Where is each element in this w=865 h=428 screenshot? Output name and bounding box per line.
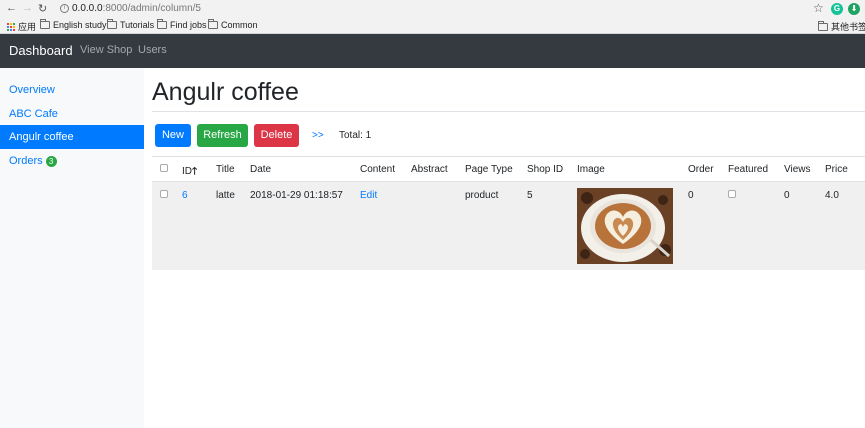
bookmark-apps[interactable]: 应用 (7, 20, 36, 33)
total-count: Total: 1 (339, 130, 372, 141)
column-header-id[interactable]: ID🡑 (182, 164, 197, 181)
column-header-order[interactable]: Order (688, 164, 714, 175)
info-icon[interactable]: i (60, 4, 69, 13)
row-date: 2018-01-29 01:18:57 (250, 190, 343, 201)
reload-icon[interactable]: ↻ (38, 2, 47, 15)
row-order: 0 (688, 190, 694, 201)
extension-icon[interactable]: ⬇ (848, 3, 860, 15)
refresh-button[interactable]: Refresh (197, 124, 248, 147)
table-top-border (152, 156, 865, 157)
sidebar-item-abc-cafe[interactable]: ABC Cafe (0, 102, 144, 126)
back-icon[interactable]: ← (6, 2, 17, 14)
column-header-title[interactable]: Title (216, 164, 235, 175)
address-bar[interactable]: 0.0.0.0:8000/admin/column/5 (72, 3, 201, 14)
column-header-price[interactable]: Price (825, 164, 848, 175)
orders-count-badge: 3 (45, 156, 57, 167)
url-host: 0.0.0.0 (72, 3, 103, 14)
select-all-checkbox[interactable] (160, 164, 168, 172)
bookmark-find-jobs[interactable]: Find jobs (157, 19, 207, 30)
column-header-shop-id[interactable]: Shop ID (527, 164, 563, 175)
column-header-views[interactable]: Views (784, 164, 811, 175)
sort-arrow-up-icon: 🡑 (192, 166, 198, 177)
bookmark-label: English study (53, 20, 107, 30)
bookmark-label: Tutorials (120, 20, 155, 30)
row-title: latte (216, 190, 235, 201)
row-page-type: product (465, 190, 499, 201)
folder-icon (107, 19, 117, 29)
navbar-brand[interactable]: Dashboard (9, 43, 73, 58)
top-navbar: Dashboard View Shop Users (0, 34, 865, 68)
bookmark-english-study[interactable]: English study (40, 19, 107, 30)
bookmark-label: 应用 (18, 22, 37, 32)
next-page-link[interactable]: >> (312, 130, 324, 141)
bookmark-label: Common (221, 20, 258, 30)
row-featured-checkbox[interactable] (728, 190, 736, 198)
nav-link-users[interactable]: Users (138, 44, 167, 56)
row-shop-id: 5 (527, 190, 533, 201)
column-header-date[interactable]: Date (250, 164, 271, 175)
column-header-content[interactable]: Content (360, 164, 395, 175)
url-path: :8000/admin/column/5 (102, 3, 201, 14)
latte-art-image (577, 188, 673, 264)
folder-icon (818, 20, 828, 31)
delete-button[interactable]: Delete (254, 124, 299, 147)
folder-icon (40, 19, 50, 29)
sidebar-item-label: Orders (9, 155, 43, 167)
bookmark-label: Find jobs (170, 20, 207, 30)
sidebar-item-overview[interactable]: Overview (0, 78, 144, 102)
row-edit-link[interactable]: Edit (360, 190, 377, 201)
row-id-link[interactable]: 6 (182, 190, 188, 201)
other-bookmarks-label: 其他书签 (831, 22, 865, 32)
nav-link-view-shop[interactable]: View Shop (80, 44, 132, 56)
title-divider (152, 111, 865, 112)
other-bookmarks[interactable]: 其他书签 (818, 20, 865, 33)
folder-icon (157, 19, 167, 29)
bookmark-star-icon[interactable]: ☆ (813, 1, 824, 15)
new-button[interactable]: New (155, 124, 191, 147)
page-title: Angulr coffee (152, 78, 299, 106)
browser-toolbar: ← → ↻ i 0.0.0.0:8000/admin/column/5 ☆ G … (0, 0, 865, 19)
bookmarks-bar: 应用 English study Tutorials Find jobs Com… (0, 19, 865, 34)
row-checkbox[interactable] (160, 190, 168, 198)
sidebar-item-orders[interactable]: Orders 3 (0, 149, 144, 173)
column-header-image[interactable]: Image (577, 164, 605, 175)
sidebar: Overview ABC Cafe Angulr coffee Orders 3 (0, 68, 144, 428)
forward-icon[interactable]: → (22, 2, 33, 14)
bookmark-common[interactable]: Common (208, 19, 258, 30)
coffee-cup-image (577, 188, 673, 264)
grammarly-extension-icon[interactable]: G (831, 3, 843, 15)
bookmark-tutorials[interactable]: Tutorials (107, 19, 155, 30)
column-header-page-type[interactable]: Page Type (465, 164, 513, 175)
column-header-abstract[interactable]: Abstract (411, 164, 448, 175)
folder-icon (208, 19, 218, 29)
sidebar-item-angulr-coffee[interactable]: Angulr coffee (0, 125, 144, 149)
column-header-label: ID (182, 166, 192, 177)
column-header-featured[interactable]: Featured (728, 164, 768, 175)
row-views: 0 (784, 190, 790, 201)
row-price: 4.0 (825, 190, 839, 201)
apps-grid-icon (7, 22, 15, 31)
